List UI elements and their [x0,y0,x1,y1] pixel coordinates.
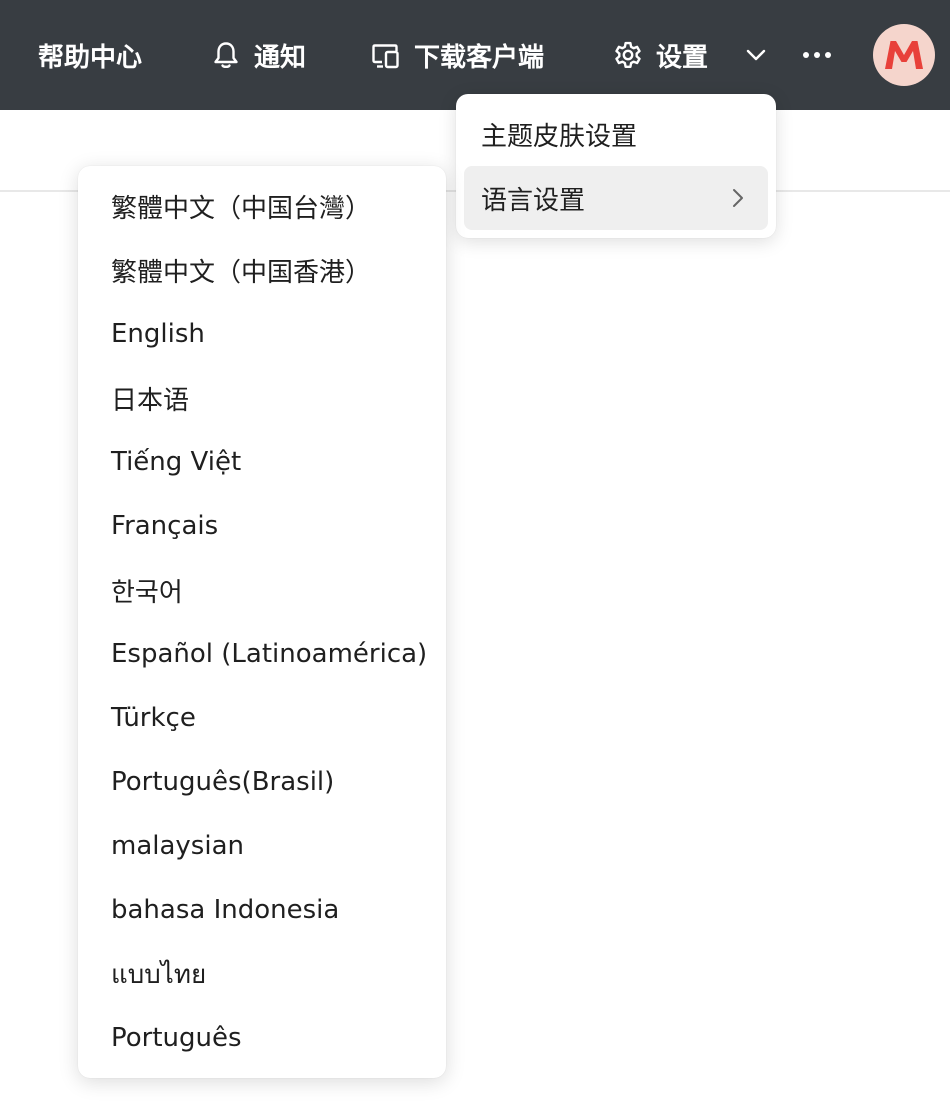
language-submenu: 繁體中文（中国台灣） 繁體中文（中国香港） English 日本语 Tiếng … [78,166,446,1078]
language-option-tr[interactable]: Türkçe [78,686,446,750]
language-option-zh-tw[interactable]: 繁體中文（中国台灣） [78,174,446,238]
language-option-pt[interactable]: Português [78,1006,446,1070]
notifications-label: 通知 [254,42,307,73]
avatar[interactable] [873,24,935,86]
language-settings-label: 语言设置 [481,185,586,216]
brand-logo-icon [885,41,923,69]
settings-label: 设置 [656,42,709,73]
language-option-ko[interactable]: 한국어 [78,558,446,622]
settings-dropdown-menu: 主题皮肤设置 语言设置 [456,94,776,238]
more-options-button[interactable] [802,0,832,110]
notifications-button[interactable]: 通知 [210,0,306,110]
language-option-ja[interactable]: 日本语 [78,366,446,430]
bell-icon [210,39,242,71]
language-option-en[interactable]: English [78,302,446,366]
chevron-right-icon [726,186,750,210]
language-option-id[interactable]: bahasa Indonesia [78,878,446,942]
language-option-zh-hk[interactable]: 繁體中文（中国香港） [78,238,446,302]
language-option-th[interactable]: แบบไทย [78,942,446,1006]
language-settings-item[interactable]: 语言设置 [464,166,768,230]
language-option-fr[interactable]: Français [78,494,446,558]
theme-skin-settings-label: 主题皮肤设置 [481,121,638,152]
theme-skin-settings-item[interactable]: 主题皮肤设置 [464,102,768,166]
language-option-vi[interactable]: Tiếng Việt [78,430,446,494]
help-center-link[interactable]: 帮助中心 [38,0,142,110]
language-option-es-la[interactable]: Español (Latinoamérica) [78,622,446,686]
download-client-label: 下载客户端 [414,42,545,73]
more-horizontal-icon [802,50,832,60]
help-center-label: 帮助中心 [38,42,143,73]
devices-icon [370,39,402,71]
language-option-ms[interactable]: malaysian [78,814,446,878]
gear-icon [612,39,644,71]
chevron-down-icon [742,41,770,69]
language-option-pt-br[interactable]: Português(Brasil) [78,750,446,814]
